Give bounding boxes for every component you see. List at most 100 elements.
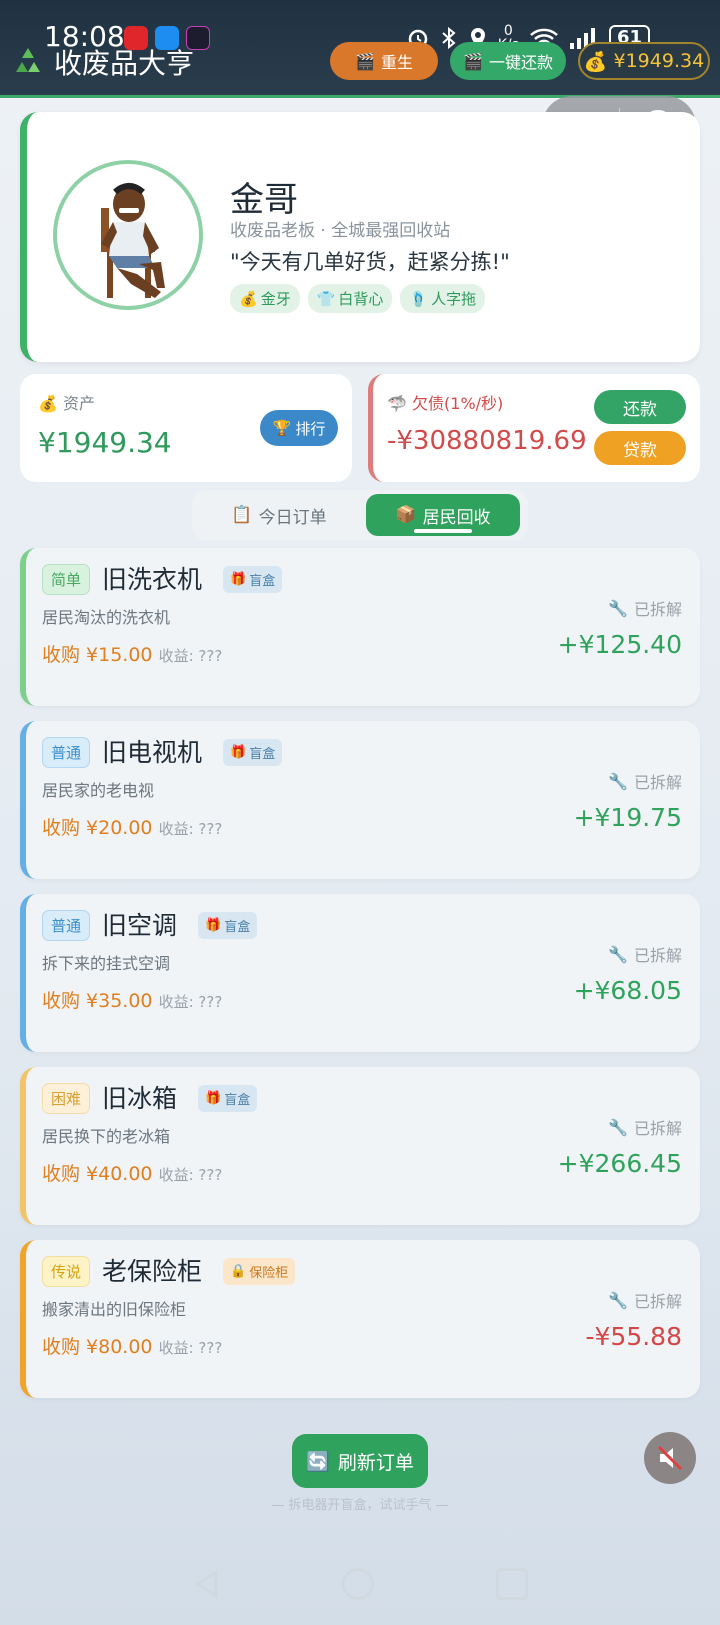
dismantled-status: 🔧 已拆解 — [608, 1288, 682, 1312]
item-name: 旧冰箱 — [102, 1084, 178, 1113]
badge-label: 盲盒 — [249, 747, 276, 762]
money-display: 💰 ¥1949.34 — [578, 42, 710, 80]
tab-today-orders[interactable]: 📋 今日订单 — [202, 494, 356, 536]
item-name: 旧洗衣机 — [102, 565, 203, 594]
item-desc: 搬家清出的旧保险柜 — [42, 1300, 187, 1319]
item-name: 老保险柜 — [102, 1257, 203, 1286]
refresh-label: 刷新订单 — [337, 1451, 414, 1474]
system-nav-bar — [0, 1560, 720, 1620]
item-desc: 拆下来的挂式空调 — [42, 954, 171, 973]
difficulty-badge: 简单 — [42, 564, 91, 595]
dismantled-status: 🔧 已拆解 — [608, 942, 682, 966]
shirt-icon: 👕 — [316, 289, 336, 308]
clapper-icon: 🎬 — [463, 51, 483, 71]
buy-price: 收购 ¥20.00 — [42, 817, 153, 839]
order-list: 简单 旧洗衣机 🎁 盲盒 居民淘汰的洗衣机 收购 ¥15.00 收益: ??? 🔧… — [20, 548, 700, 1413]
item-profit: +¥125.40 — [557, 630, 682, 659]
loan-button[interactable]: 贷款 — [594, 431, 686, 465]
item-buy-price: 收购 ¥15.00 收益: ??? — [42, 640, 222, 667]
tab-resident-recycle[interactable]: 📦 居民回收 — [366, 494, 520, 536]
buy-price: 收购 ¥15.00 — [42, 644, 153, 666]
asset-card: 💰 资产 ¥1949.34 🏆 排行 — [20, 374, 352, 482]
difficulty-badge: 普通 — [42, 910, 91, 941]
asset-label: 💰 资产 — [38, 390, 95, 414]
status-label: 已拆解 — [633, 773, 682, 792]
status-label: 已拆解 — [633, 1119, 682, 1138]
order-item[interactable]: 普通 旧空调 🎁 盲盒 拆下来的挂式空调 收购 ¥35.00 收益: ??? 🔧 已… — [20, 894, 700, 1052]
lock-icon: 🔒 — [230, 1264, 247, 1279]
wrench-icon: 🔧 — [608, 1290, 628, 1310]
gift-icon: 🎁 — [205, 1091, 222, 1106]
status-label: 已拆解 — [633, 600, 682, 619]
tag-vest: 👕 白背心 — [307, 284, 393, 313]
rank-label: 排行 — [295, 419, 326, 438]
box-icon: 📦 — [395, 505, 417, 525]
status-label: 已拆解 — [633, 946, 682, 965]
difficulty-badge: 困难 — [42, 1083, 91, 1114]
tag-label: 人字拖 — [431, 290, 477, 308]
item-profit: +¥68.05 — [573, 976, 682, 1005]
home-icon[interactable] — [342, 1568, 374, 1600]
wrench-icon: 🔧 — [608, 1117, 628, 1137]
debt-card: 🦈 欠债(1%/秒) -¥30880819.69 还款 贷款 — [368, 374, 700, 482]
tab-label: 今日订单 — [258, 507, 327, 528]
tag-flipflops: 🩴 人字拖 — [400, 284, 486, 313]
dismantled-status: 🔧 已拆解 — [608, 769, 682, 793]
item-profit: +¥19.75 — [573, 803, 682, 832]
order-item[interactable]: 传说 老保险柜 🔒 保险柜 搬家清出的旧保险柜 收购 ¥80.00 收益: ???… — [20, 1240, 700, 1398]
repay-all-button[interactable]: 🎬 一键还款 — [450, 42, 566, 80]
profile-name: 金哥 — [230, 180, 298, 220]
item-profit: +¥266.45 — [557, 1149, 682, 1178]
refresh-icon: 🔄 — [306, 1450, 330, 1473]
item-desc: 居民淘汰的洗衣机 — [42, 608, 171, 627]
profile-card: 金哥 收废品老板 · 全城最强回收站 "今天有几单好货，赶紧分拣!" 💰 金牙 👕… — [20, 112, 700, 362]
tag-label: 金牙 — [260, 290, 291, 308]
avatar — [53, 160, 203, 310]
clipboard-icon: 📋 — [231, 505, 253, 525]
wrench-icon: 🔧 — [608, 598, 628, 618]
order-tabs: 📋 今日订单 📦 居民回收 — [192, 490, 528, 540]
boss-character-icon — [101, 183, 165, 298]
buy-price: 收购 ¥80.00 — [42, 1336, 153, 1358]
item-name: 旧电视机 — [102, 738, 203, 767]
rebirth-button[interactable]: 🎬 重生 — [330, 42, 438, 80]
badge-label: 保险柜 — [249, 1266, 289, 1281]
speaker-muted-icon — [657, 1445, 683, 1471]
blind-box-badge: 🎁 盲盒 — [198, 912, 258, 939]
item-gain: 收益: ??? — [158, 647, 223, 665]
order-item[interactable]: 普通 旧电视机 🎁 盲盒 居民家的老电视 收购 ¥20.00 收益: ??? 🔧 已… — [20, 721, 700, 879]
top-bar: 18:08 0 K/s 61 收废品大亨 🎬 重生 🎬 一键还款 💰 ¥1949… — [0, 0, 720, 98]
difficulty-badge: 普通 — [42, 737, 91, 768]
refresh-orders-button[interactable]: 🔄 刷新订单 — [292, 1434, 428, 1488]
dismantled-status: 🔧 已拆解 — [608, 1115, 682, 1139]
repay-button[interactable]: 还款 — [594, 390, 686, 424]
money-bag-icon: 💰 — [38, 394, 58, 413]
mute-button[interactable] — [644, 1432, 696, 1484]
footer-hint: — 拆电器开盲盒，试试手气 — — [271, 1498, 449, 1513]
back-icon[interactable] — [192, 1568, 224, 1600]
tag-gold-tooth: 💰 金牙 — [230, 284, 300, 313]
badge-label: 盲盒 — [224, 920, 251, 935]
asset-label-text: 资产 — [63, 394, 96, 413]
order-item[interactable]: 简单 旧洗衣机 🎁 盲盒 居民淘汰的洗衣机 收购 ¥15.00 收益: ??? 🔧… — [20, 548, 700, 706]
repay-all-label: 一键还款 — [488, 53, 553, 72]
status-label: 已拆解 — [633, 1292, 682, 1311]
rank-button[interactable]: 🏆 排行 — [260, 410, 338, 446]
recent-apps-icon[interactable] — [496, 1568, 528, 1600]
debt-label: 🦈 欠债(1%/秒) — [387, 390, 503, 414]
item-gain: 收益: ??? — [158, 820, 223, 838]
tag-label: 白背心 — [338, 290, 384, 308]
asset-value: ¥1949.34 — [38, 426, 172, 459]
debt-label-text: 欠债(1%/秒) — [412, 394, 504, 413]
profile-quote: "今天有几单好货，赶紧分拣!" — [230, 250, 510, 274]
item-gain: 收益: ??? — [158, 1339, 223, 1357]
item-profit: -¥55.88 — [585, 1322, 683, 1351]
item-buy-price: 收购 ¥80.00 收益: ??? — [42, 1332, 222, 1359]
buy-price: 收购 ¥35.00 — [42, 990, 153, 1012]
blind-box-badge: 🎁 盲盒 — [198, 1085, 258, 1112]
safe-badge: 🔒 保险柜 — [223, 1258, 296, 1285]
dismantled-status: 🔧 已拆解 — [608, 596, 682, 620]
order-item[interactable]: 困难 旧冰箱 🎁 盲盒 居民换下的老冰箱 收购 ¥40.00 收益: ??? 🔧 已… — [20, 1067, 700, 1225]
wrench-icon: 🔧 — [608, 944, 628, 964]
badge-label: 盲盒 — [224, 1093, 251, 1108]
